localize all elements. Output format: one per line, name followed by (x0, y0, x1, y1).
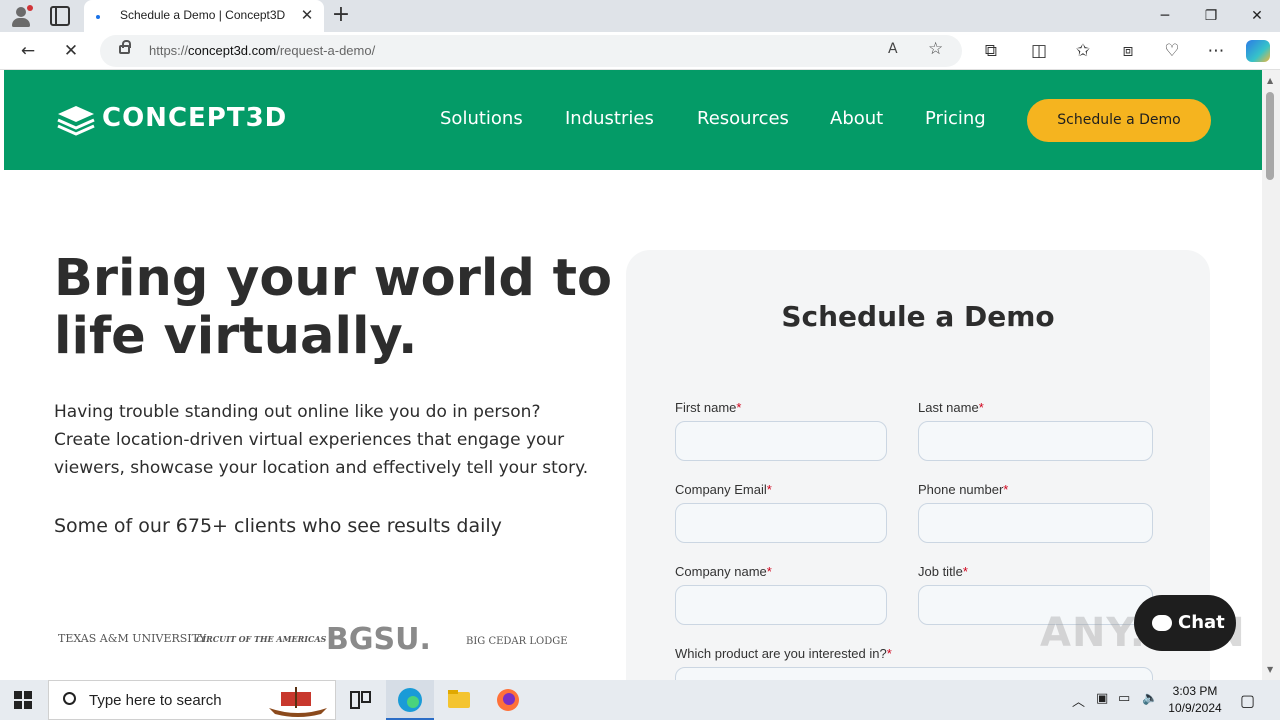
chat-bubble-icon (1152, 615, 1172, 631)
page-viewport: CONCEPT3D Solutions Industries Resources… (0, 70, 1262, 680)
profile-icon[interactable] (10, 5, 33, 27)
concept3d-logo-icon[interactable] (56, 104, 96, 136)
chat-button[interactable]: Chat (1134, 595, 1236, 651)
restore-icon[interactable]: ❐ (1196, 6, 1226, 26)
lock-icon[interactable] (119, 40, 131, 54)
start-windows-icon[interactable] (14, 691, 32, 709)
file-explorer-icon[interactable] (435, 680, 483, 720)
loading-icon (96, 15, 100, 19)
first-name-field[interactable] (675, 421, 887, 461)
nav-industries[interactable]: Industries (565, 108, 654, 129)
job-title-label: Job title* (918, 564, 968, 579)
company-email-label: Company Email* (675, 482, 772, 497)
notification-icon[interactable]: ▢ (1240, 691, 1255, 710)
schedule-demo-button[interactable]: Schedule a Demo (1027, 99, 1211, 142)
tab-title: Schedule a Demo | Concept3D (120, 8, 286, 22)
client-logo-bgsu: BGSU. (326, 622, 431, 657)
browser-tab-strip: Schedule a Demo | Concept3D ✕ + ─ ❐ ✕ (0, 0, 1280, 32)
window-close-icon[interactable]: ✕ (1242, 6, 1272, 26)
url-text[interactable]: https://concept3d.com/request-a-demo/ (149, 43, 375, 58)
browser-tab[interactable]: Schedule a Demo | Concept3D ✕ (84, 0, 324, 32)
company-name-field[interactable] (675, 585, 887, 625)
task-view-icon[interactable] (336, 680, 384, 720)
nav-pricing[interactable]: Pricing (925, 108, 986, 129)
windows-taskbar: Type here to search ︿ ▣ ▭ 🔈 3:03 PM 10/9… (0, 680, 1280, 720)
product-label: Which product are you interested in?* (675, 646, 892, 661)
scrollbar-thumb[interactable] (1266, 92, 1274, 180)
nav-solutions[interactable]: Solutions (440, 108, 523, 129)
nav-about[interactable]: About (830, 108, 883, 129)
last-name-label: Last name* (918, 400, 984, 415)
network-icon[interactable]: ▭ (1118, 691, 1130, 706)
collections-icon[interactable]: ⧈ (1117, 40, 1139, 62)
clock-date: 10/9/2024 (1168, 701, 1222, 715)
clock-time: 3:03 PM (1172, 684, 1218, 698)
edge-taskbar-icon[interactable] (386, 680, 434, 720)
taskbar-search-placeholder: Type here to search (89, 692, 222, 709)
new-tab-icon[interactable]: + (331, 4, 351, 27)
viking-ship-icon (269, 687, 327, 717)
page-scrollbar[interactable]: ▲ ▼ (1262, 70, 1280, 680)
company-email-field[interactable] (675, 503, 887, 543)
clients-heading: Some of our 675+ clients who see results… (54, 515, 502, 537)
copilot-icon[interactable] (1246, 40, 1270, 62)
chat-label: Chat (1178, 612, 1225, 633)
close-tab-icon[interactable]: ✕ (298, 6, 316, 24)
more-menu-icon[interactable]: ⋯ (1205, 40, 1227, 62)
first-name-label: First name* (675, 400, 742, 415)
company-name-label: Company name* (675, 564, 772, 579)
product-select[interactable] (675, 667, 1153, 680)
browser-essentials-icon[interactable]: ♡ (1161, 40, 1183, 62)
client-logo-texas-am: TEXAS A&M UNIVERSITY (58, 632, 207, 645)
split-screen-icon[interactable]: ◫ (1028, 40, 1050, 62)
nav-resources[interactable]: Resources (697, 108, 789, 129)
search-icon (63, 692, 76, 705)
minimize-icon[interactable]: ─ (1150, 6, 1180, 26)
scroll-up-icon[interactable]: ▲ (1267, 76, 1273, 85)
meet-now-icon[interactable]: ▣ (1096, 691, 1108, 706)
volume-icon[interactable]: 🔈 (1142, 691, 1158, 706)
firefox-icon[interactable] (484, 680, 532, 720)
tab-actions-icon[interactable] (50, 6, 70, 26)
client-logo-circuit-americas: CIRCUIT OF THE AMERICAS (196, 634, 327, 644)
last-name-field[interactable] (918, 421, 1153, 461)
phone-field[interactable] (918, 503, 1153, 543)
taskbar-clock[interactable]: 3:03 PM 10/9/2024 (1165, 683, 1225, 717)
scroll-down-icon[interactable]: ▼ (1267, 665, 1273, 674)
hero-title: Bring your world to life virtually. (54, 249, 613, 366)
browser-toolbar: ← ✕ https://concept3d.com/request-a-demo… (0, 32, 1280, 70)
hero-text: Having trouble standing out online like … (54, 402, 589, 478)
site-header: CONCEPT3D Solutions Industries Resources… (4, 70, 1262, 170)
favorites-icon[interactable]: ✩ (1072, 40, 1094, 62)
taskbar-search-box[interactable]: Type here to search (48, 680, 336, 720)
extensions-icon[interactable]: ⧉ (980, 40, 1002, 62)
favorite-star-icon[interactable]: ☆ (928, 39, 943, 59)
address-bar[interactable]: https://concept3d.com/request-a-demo/ A … (100, 35, 962, 67)
client-logo-big-cedar-lodge: BIG CEDAR LODGE (466, 636, 568, 647)
phone-label: Phone number* (918, 482, 1009, 497)
back-icon[interactable]: ← (17, 40, 39, 62)
form-title: Schedule a Demo (781, 300, 1055, 333)
stop-loading-icon[interactable]: ✕ (60, 40, 82, 62)
logo-text[interactable]: CONCEPT3D (102, 103, 287, 133)
read-aloud-icon[interactable]: A (888, 41, 898, 57)
tray-chevron-icon[interactable]: ︿ (1072, 691, 1085, 710)
